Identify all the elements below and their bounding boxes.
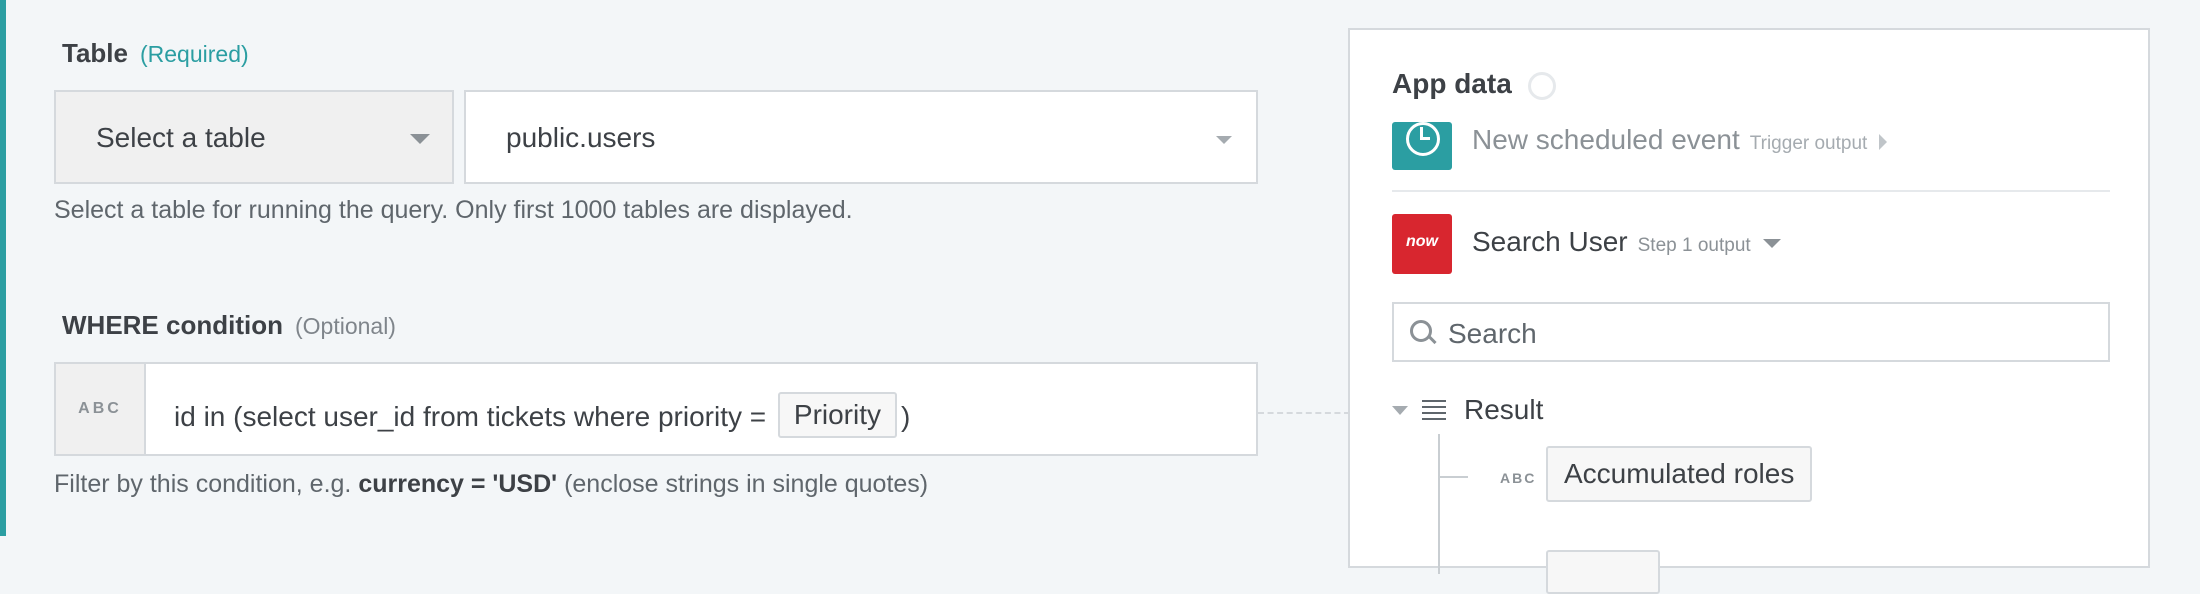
table-type-select-value: Select a table xyxy=(96,122,266,153)
where-help-suffix: (enclose strings in single quotes) xyxy=(564,470,929,498)
step-sub: Step 1 output xyxy=(1637,235,1751,256)
table-help-text: Select a table for running the query. On… xyxy=(54,196,853,224)
connector-dashed-line xyxy=(1258,412,1350,414)
loading-spinner-icon xyxy=(1528,72,1556,100)
trigger-name: New scheduled event xyxy=(1472,124,1740,155)
where-help-prefix: Filter by this condition, e.g. xyxy=(54,470,352,498)
priority-datapill[interactable]: Priority xyxy=(777,392,898,438)
tree-item-datapill[interactable] xyxy=(1546,550,1660,594)
table-label-text: Table xyxy=(62,38,128,68)
step-name: Search User xyxy=(1472,226,1628,257)
chevron-down-icon xyxy=(1216,136,1232,144)
where-help-example: currency = 'USD' xyxy=(358,470,558,498)
query-prefix: id in (select user_id from tickets where… xyxy=(174,401,767,432)
trigger-sub: Trigger output xyxy=(1749,133,1868,154)
chevron-down-icon xyxy=(410,134,430,144)
where-condition-value[interactable]: id in (select user_id from tickets where… xyxy=(174,392,911,440)
table-field-label: Table (Required) xyxy=(62,38,249,69)
where-condition-input[interactable]: ABC id in (select user_id from tickets w… xyxy=(54,362,1258,456)
servicenow-icon: now xyxy=(1392,214,1452,274)
divider xyxy=(1392,190,2110,192)
app-data-search-input[interactable]: Search xyxy=(1392,302,2110,362)
where-help-text: Filter by this condition, e.g. currency … xyxy=(54,470,928,499)
app-data-title: App data xyxy=(1392,68,1512,99)
type-badge: ABC xyxy=(78,400,122,417)
list-icon xyxy=(1422,400,1446,424)
trigger-output-row[interactable]: New scheduled event Trigger output xyxy=(1472,124,1888,156)
tree-line xyxy=(1438,434,1440,574)
tree-root-label[interactable]: Result xyxy=(1464,394,1543,426)
servicenow-icon-text: now xyxy=(1406,233,1438,250)
left-accent-bar xyxy=(0,0,6,536)
table-select-value: public.users xyxy=(506,122,656,153)
step-output-row[interactable]: Search User Step 1 output xyxy=(1472,226,1781,258)
search-placeholder: Search xyxy=(1448,318,1537,349)
where-label-text: WHERE condition xyxy=(62,310,283,340)
type-badge-cell[interactable]: ABC xyxy=(56,364,146,454)
chevron-down-icon xyxy=(1762,239,1781,248)
table-select[interactable]: public.users xyxy=(464,90,1258,184)
query-suffix: ) xyxy=(901,401,911,432)
accumulated-roles-datapill[interactable]: Accumulated roles xyxy=(1546,446,1813,502)
chevron-right-icon xyxy=(1879,134,1888,150)
optional-tag: (Optional) xyxy=(294,313,396,339)
required-tag: (Required) xyxy=(139,41,249,67)
tree-branch-line xyxy=(1438,476,1468,478)
table-type-select[interactable]: Select a table xyxy=(54,90,454,184)
app-data-panel: App data New scheduled event Trigger outp… xyxy=(1348,28,2150,594)
where-field-label: WHERE condition (Optional) xyxy=(62,310,396,341)
clock-icon xyxy=(1392,122,1452,170)
tree-item-type-badge: ABC xyxy=(1500,470,1537,486)
tree-expand-caret-icon[interactable] xyxy=(1392,406,1408,415)
